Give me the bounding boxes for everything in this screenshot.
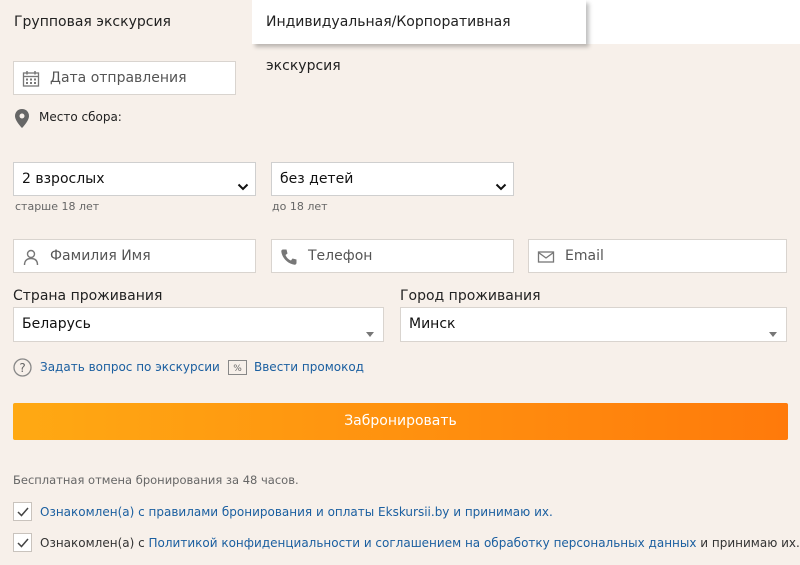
email-field[interactable]: Email <box>528 239 787 273</box>
caret-down-icon <box>768 319 780 337</box>
location-pin-icon <box>15 109 29 132</box>
question-icon[interactable]: ? <box>13 358 32 381</box>
agree-privacy-policy-text: Ознакомлен(а) с Политикой конфиденциальн… <box>40 536 800 550</box>
children-select-value: без детей <box>280 171 354 187</box>
agree-privacy-policy-checkbox[interactable] <box>13 533 32 552</box>
calendar-icon <box>22 70 40 88</box>
chevron-down-icon <box>237 173 249 191</box>
tab-bar: Индивидуальная/Корпоративная экскурсия Г… <box>0 0 800 74</box>
country-select-value: Беларусь <box>22 316 91 332</box>
percent-icon[interactable]: % <box>228 360 247 379</box>
agree-privacy-prefix: Ознакомлен(а) с <box>40 536 149 550</box>
phone-placeholder: Телефон <box>308 248 373 264</box>
departure-date-placeholder: Дата отправления <box>50 70 187 86</box>
full-name-placeholder: Фамилия Имя <box>50 248 151 264</box>
full-name-field[interactable]: Фамилия Имя <box>13 239 256 273</box>
agree-privacy-suffix: и принимаю их. <box>696 536 800 550</box>
check-icon <box>17 538 29 548</box>
city-select[interactable]: Минск <box>400 307 787 342</box>
agree-booking-rules-checkbox[interactable] <box>13 502 32 521</box>
promo-code-link[interactable]: Ввести промокод <box>254 360 364 374</box>
adults-select-value: 2 взрослых <box>22 171 105 187</box>
tab-individual-excursion[interactable]: Индивидуальная/Корпоративная экскурсия <box>252 0 586 74</box>
tab-group-excursion[interactable]: Групповая экскурсия <box>0 0 252 44</box>
caret-down-icon <box>365 319 377 337</box>
svg-text:?: ? <box>19 361 25 375</box>
adults-hint: старше 18 лет <box>15 200 100 213</box>
check-icon <box>17 507 29 517</box>
email-placeholder: Email <box>565 248 604 264</box>
country-select[interactable]: Беларусь <box>13 307 384 342</box>
meeting-point-label: Место сбора: <box>39 110 122 124</box>
svg-text:%: % <box>233 364 242 374</box>
city-label: Город проживания <box>400 288 541 304</box>
person-icon <box>22 248 40 266</box>
city-select-value: Минск <box>409 316 456 332</box>
agree-booking-rules-text[interactable]: Ознакомлен(а) с правилами бронирования и… <box>40 505 553 519</box>
free-cancel-note: Бесплатная отмена бронирования за 48 час… <box>13 473 299 487</box>
children-select[interactable]: без детей <box>271 162 514 196</box>
departure-date-field[interactable]: Дата отправления <box>13 61 236 95</box>
mail-icon <box>537 248 555 266</box>
privacy-policy-link[interactable]: Политикой конфиденциальности и соглашени… <box>149 536 697 550</box>
chevron-down-icon <box>495 173 507 191</box>
phone-icon <box>280 248 298 266</box>
ask-question-link[interactable]: Задать вопрос по экскурсии <box>40 360 220 374</box>
country-label: Страна проживания <box>13 288 163 304</box>
children-hint: до 18 лет <box>272 200 328 213</box>
phone-field[interactable]: Телефон <box>271 239 514 273</box>
adults-select[interactable]: 2 взрослых <box>13 162 256 196</box>
book-button[interactable]: Забронировать <box>13 403 788 440</box>
